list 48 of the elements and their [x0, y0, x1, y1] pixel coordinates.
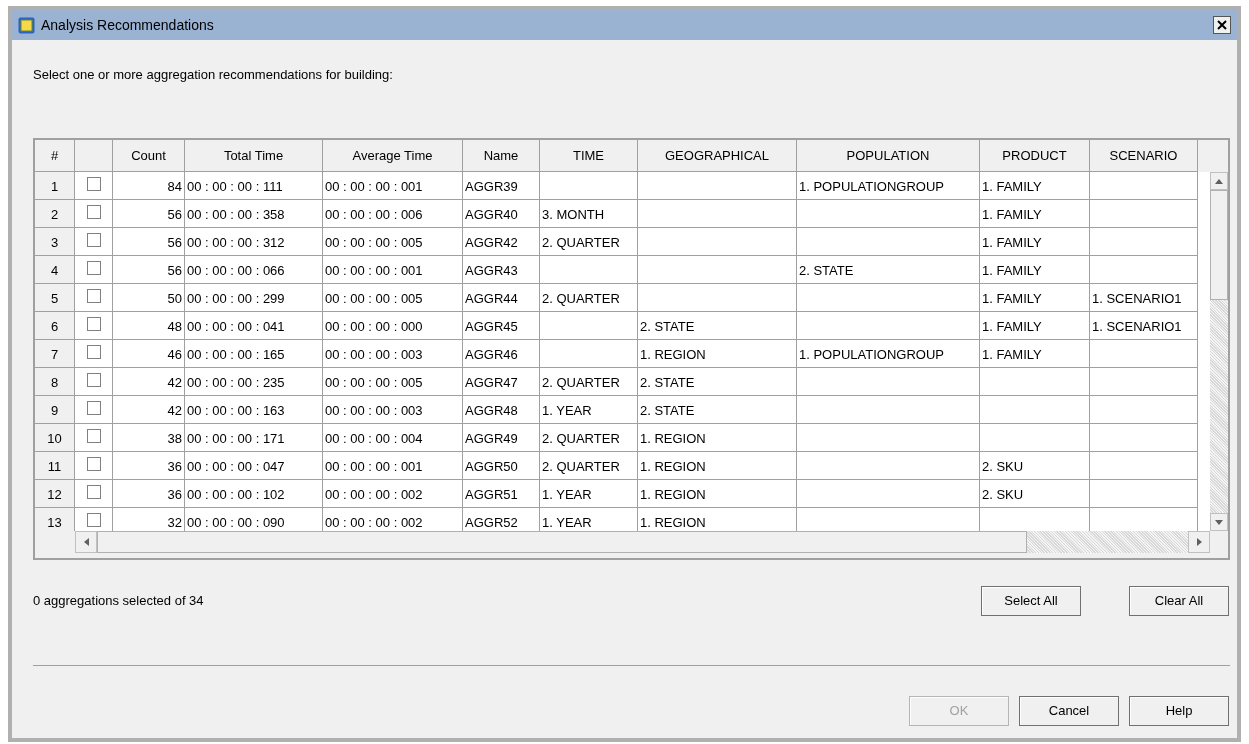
row-header[interactable]: 9: [35, 396, 75, 424]
dialog-button[interactable]: Clear All: [1129, 586, 1229, 616]
window-title: Analysis Recommendations: [41, 15, 215, 35]
checkbox[interactable]: [86, 345, 101, 359]
checkbox[interactable]: [86, 289, 101, 303]
dialog-button[interactable]: Cancel: [1019, 696, 1119, 726]
dialog-button[interactable]: Help: [1129, 696, 1229, 726]
row-header[interactable]: 2: [35, 200, 75, 228]
selection-status: 0 aggregations selected of 34: [33, 592, 205, 611]
window-icon: [18, 16, 35, 34]
up-arrow-icon: [1215, 178, 1223, 184]
row-header[interactable]: 12: [35, 480, 75, 508]
checkbox[interactable]: [86, 233, 101, 247]
dialog-button[interactable]: Select All: [981, 586, 1081, 616]
row-header[interactable]: 1: [35, 172, 75, 200]
left-arrow-icon: [83, 538, 89, 546]
close-icon: [1217, 20, 1227, 30]
scroll-thumb[interactable]: [97, 531, 1027, 553]
row-header[interactable]: 5: [35, 284, 75, 312]
checkbox[interactable]: [86, 317, 101, 331]
scroll-down-button[interactable]: [1210, 513, 1228, 531]
checkbox[interactable]: [86, 457, 101, 471]
checkbox[interactable]: [86, 205, 101, 219]
checkbox[interactable]: [86, 177, 101, 191]
close-button[interactable]: [1213, 16, 1231, 34]
checkbox[interactable]: [86, 513, 101, 527]
row-header[interactable]: 10: [35, 424, 75, 452]
row-header[interactable]: 4: [35, 256, 75, 284]
row-header[interactable]: 6: [35, 312, 75, 340]
scroll-thumb[interactable]: [1210, 190, 1228, 300]
scroll-right-button[interactable]: [1188, 531, 1210, 553]
row-header[interactable]: 13: [35, 508, 75, 531]
checkbox[interactable]: [86, 429, 101, 443]
checkbox[interactable]: [86, 373, 101, 387]
row-header[interactable]: 3: [35, 228, 75, 256]
vertical-scrollbar[interactable]: [1210, 172, 1228, 531]
checkbox[interactable]: [86, 261, 101, 275]
checkbox[interactable]: [86, 485, 101, 499]
row-header[interactable]: 11: [35, 452, 75, 480]
horizontal-scrollbar[interactable]: [75, 531, 1210, 553]
row-header[interactable]: 8: [35, 368, 75, 396]
scroll-up-button[interactable]: [1210, 172, 1228, 190]
instruction-text: Select one or more aggregation recommendations for building:: [33, 66, 394, 84]
row-header[interactable]: 7: [35, 340, 75, 368]
checkbox[interactable]: [86, 401, 101, 415]
scroll-left-button[interactable]: [75, 531, 97, 553]
right-arrow-icon: [1196, 538, 1202, 546]
down-arrow-icon: [1215, 519, 1223, 525]
